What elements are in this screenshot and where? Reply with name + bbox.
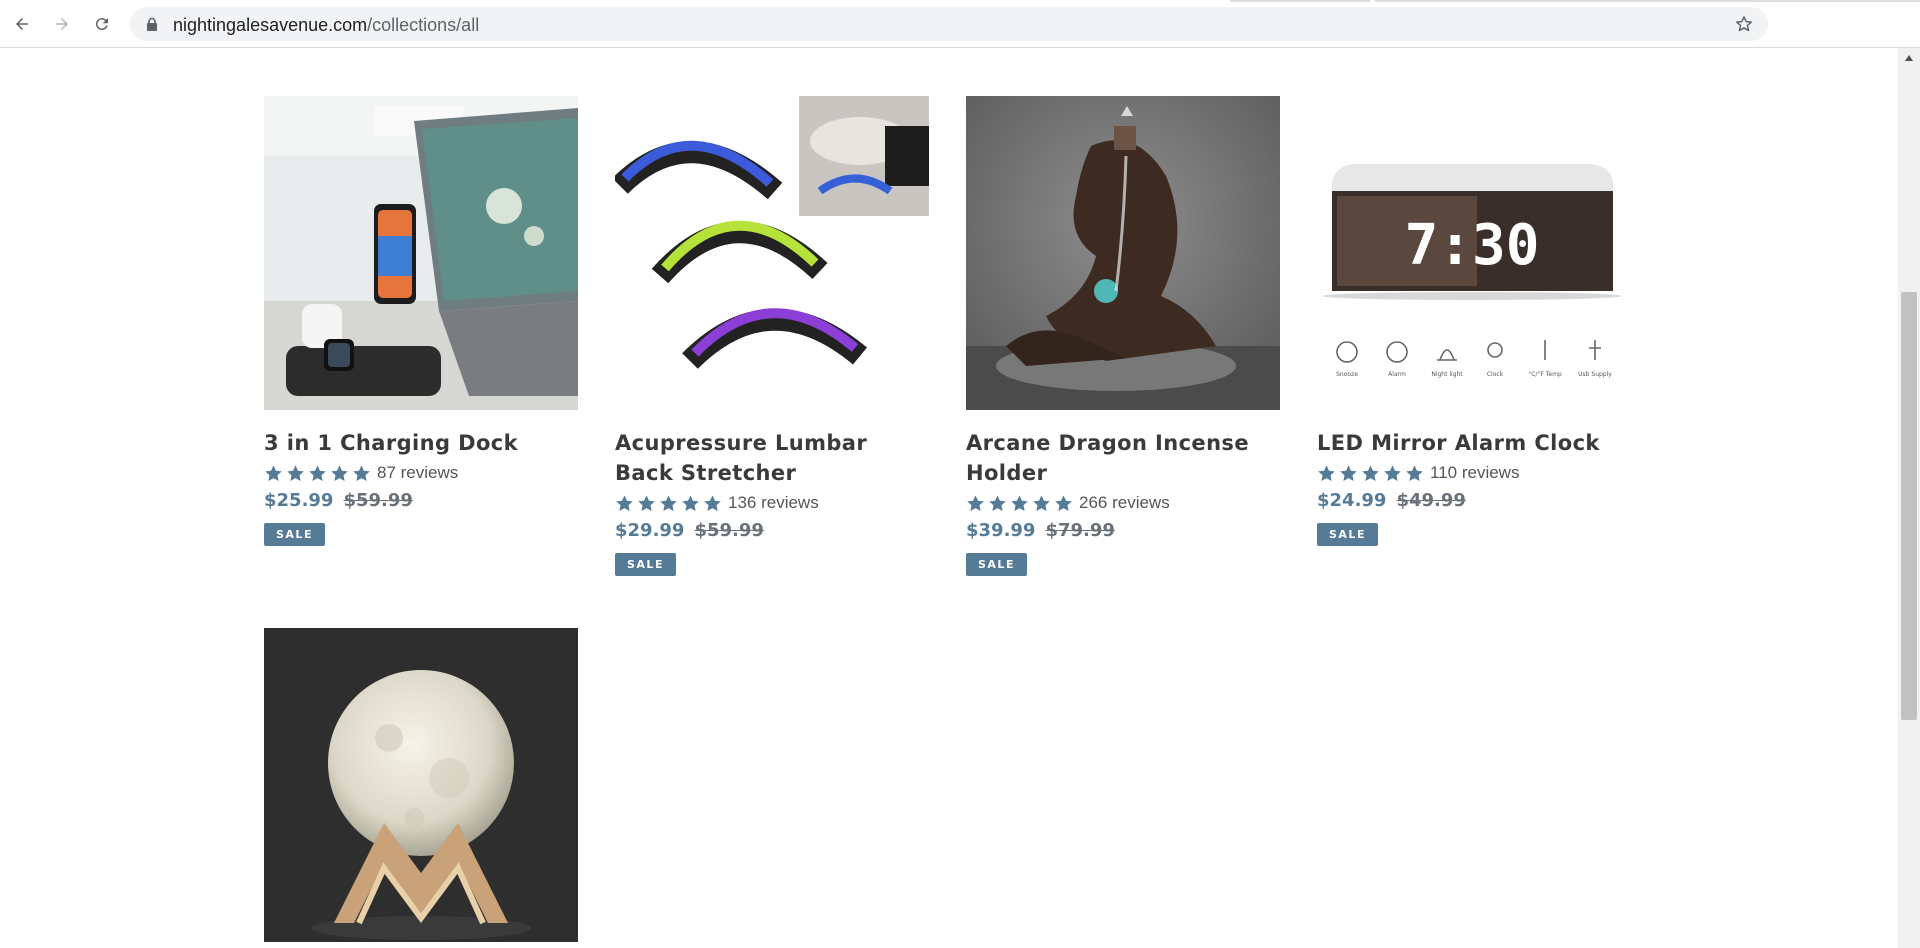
product-image-charging-dock[interactable] [264, 96, 578, 410]
sale-price: $25.99 [264, 490, 334, 511]
rating-stars [264, 464, 371, 483]
tab-strip-edge [1230, 0, 1370, 2]
star-icon [1362, 464, 1379, 481]
sale-price: $24.99 [1317, 490, 1387, 511]
review-count: 110 reviews [1430, 463, 1520, 482]
star-icon [1011, 494, 1028, 511]
review-count: 266 reviews [1079, 493, 1170, 512]
product-rating: 87 reviews [264, 460, 578, 486]
feature-label-snooze: Snooze [1336, 371, 1358, 378]
scroll-up-arrow[interactable] [1898, 50, 1920, 66]
product-rating: 136 reviews [615, 490, 929, 516]
review-count: 136 reviews [728, 493, 819, 512]
scrollbar-thumb[interactable] [1901, 292, 1917, 720]
url-path: /collections/all [367, 15, 480, 35]
bookmark-star-icon[interactable] [1734, 14, 1754, 34]
star-icon [989, 494, 1006, 511]
star-icon [660, 494, 677, 511]
star-icon [1340, 464, 1357, 481]
arrow-left-icon [16, 18, 28, 30]
star-icon [1033, 494, 1050, 511]
browser-toolbar: nightingalesavenue.com/collections/all [0, 0, 1920, 48]
sale-badge: SALE [1317, 523, 1378, 546]
star-icon [331, 464, 348, 481]
sale-badge: SALE [966, 553, 1027, 576]
feature-label-alarm: Alarm [1388, 371, 1406, 378]
star-icon [704, 494, 721, 511]
sale-price: $29.99 [615, 520, 685, 541]
star-icon [638, 494, 655, 511]
product-image-alarm-clock[interactable]: 7:30 Snooze Alarm Night light Clock °C/°… [1317, 96, 1631, 410]
product-title[interactable]: Acupressure Lumbar Back Stretcher [615, 428, 929, 488]
star-icon [309, 464, 326, 481]
reload-icon [95, 18, 108, 31]
reload-button[interactable] [88, 10, 116, 38]
tab-strip-edge [1375, 0, 1920, 2]
product-card[interactable]: Arcane Dragon Incense Holder 266 reviews… [966, 96, 1280, 576]
original-price: $79.99 [1045, 520, 1115, 541]
product-image-back-stretcher[interactable] [615, 96, 929, 410]
star-icon [1055, 494, 1072, 511]
original-price: $59.99 [694, 520, 764, 541]
star-icon [265, 464, 282, 481]
product-rating: 110 reviews [1317, 460, 1631, 486]
star-icon [287, 464, 304, 481]
rating-stars [615, 494, 722, 513]
back-button[interactable] [8, 10, 36, 38]
product-card[interactable]: 3 in 1 Charging Dock 87 reviews $25.99 $… [264, 96, 578, 546]
sale-badge: SALE [264, 523, 325, 546]
clock-display-time: 7:30 [1405, 213, 1540, 278]
star-icon [1384, 464, 1401, 481]
star-icon [967, 494, 984, 511]
rating-stars [1317, 464, 1424, 483]
review-count: 87 reviews [377, 463, 459, 482]
star-icon [616, 494, 633, 511]
feature-label-night-light: Night light [1431, 371, 1463, 378]
price-row: $25.99 $59.99 [264, 490, 578, 511]
url-domain: nightingalesavenue.com [173, 15, 368, 35]
forward-button[interactable] [48, 10, 76, 38]
feature-label-clock: Clock [1487, 371, 1504, 378]
product-title[interactable]: LED Mirror Alarm Clock [1317, 428, 1631, 458]
feature-label-usb: Usb Supply [1578, 371, 1612, 378]
price-row: $39.99 $79.99 [966, 520, 1280, 541]
url-text[interactable]: nightingalesavenue.com/collections/all [173, 15, 479, 36]
star-icon [353, 464, 370, 481]
sale-price: $39.99 [966, 520, 1036, 541]
address-bar[interactable]: nightingalesavenue.com/collections/all [130, 7, 1768, 41]
product-card[interactable]: 7:30 Snooze Alarm Night light Clock °C/°… [1317, 96, 1631, 546]
arrow-right-icon [56, 18, 68, 30]
star-icon [1318, 464, 1335, 481]
original-price: $49.99 [1396, 490, 1466, 511]
caret-up-icon [1905, 55, 1913, 61]
star-icon [1406, 464, 1423, 481]
original-price: $59.99 [343, 490, 413, 511]
product-rating: 266 reviews [966, 490, 1280, 516]
product-title[interactable]: Arcane Dragon Incense Holder [966, 428, 1280, 488]
product-title[interactable]: 3 in 1 Charging Dock [264, 428, 578, 458]
feature-label-temp: °C/°F Temp [1528, 371, 1562, 378]
sale-badge: SALE [615, 553, 676, 576]
product-image-moon-lamp[interactable] [264, 628, 578, 942]
product-card[interactable]: Acupressure Lumbar Back Stretcher 136 re… [615, 96, 929, 576]
price-row: $29.99 $59.99 [615, 520, 929, 541]
product-image-dragon-incense[interactable] [966, 96, 1280, 410]
price-row: $24.99 $49.99 [1317, 490, 1631, 511]
rating-stars [966, 494, 1073, 513]
product-card[interactable] [264, 628, 578, 942]
lock-icon [147, 17, 157, 31]
star-icon [682, 494, 699, 511]
